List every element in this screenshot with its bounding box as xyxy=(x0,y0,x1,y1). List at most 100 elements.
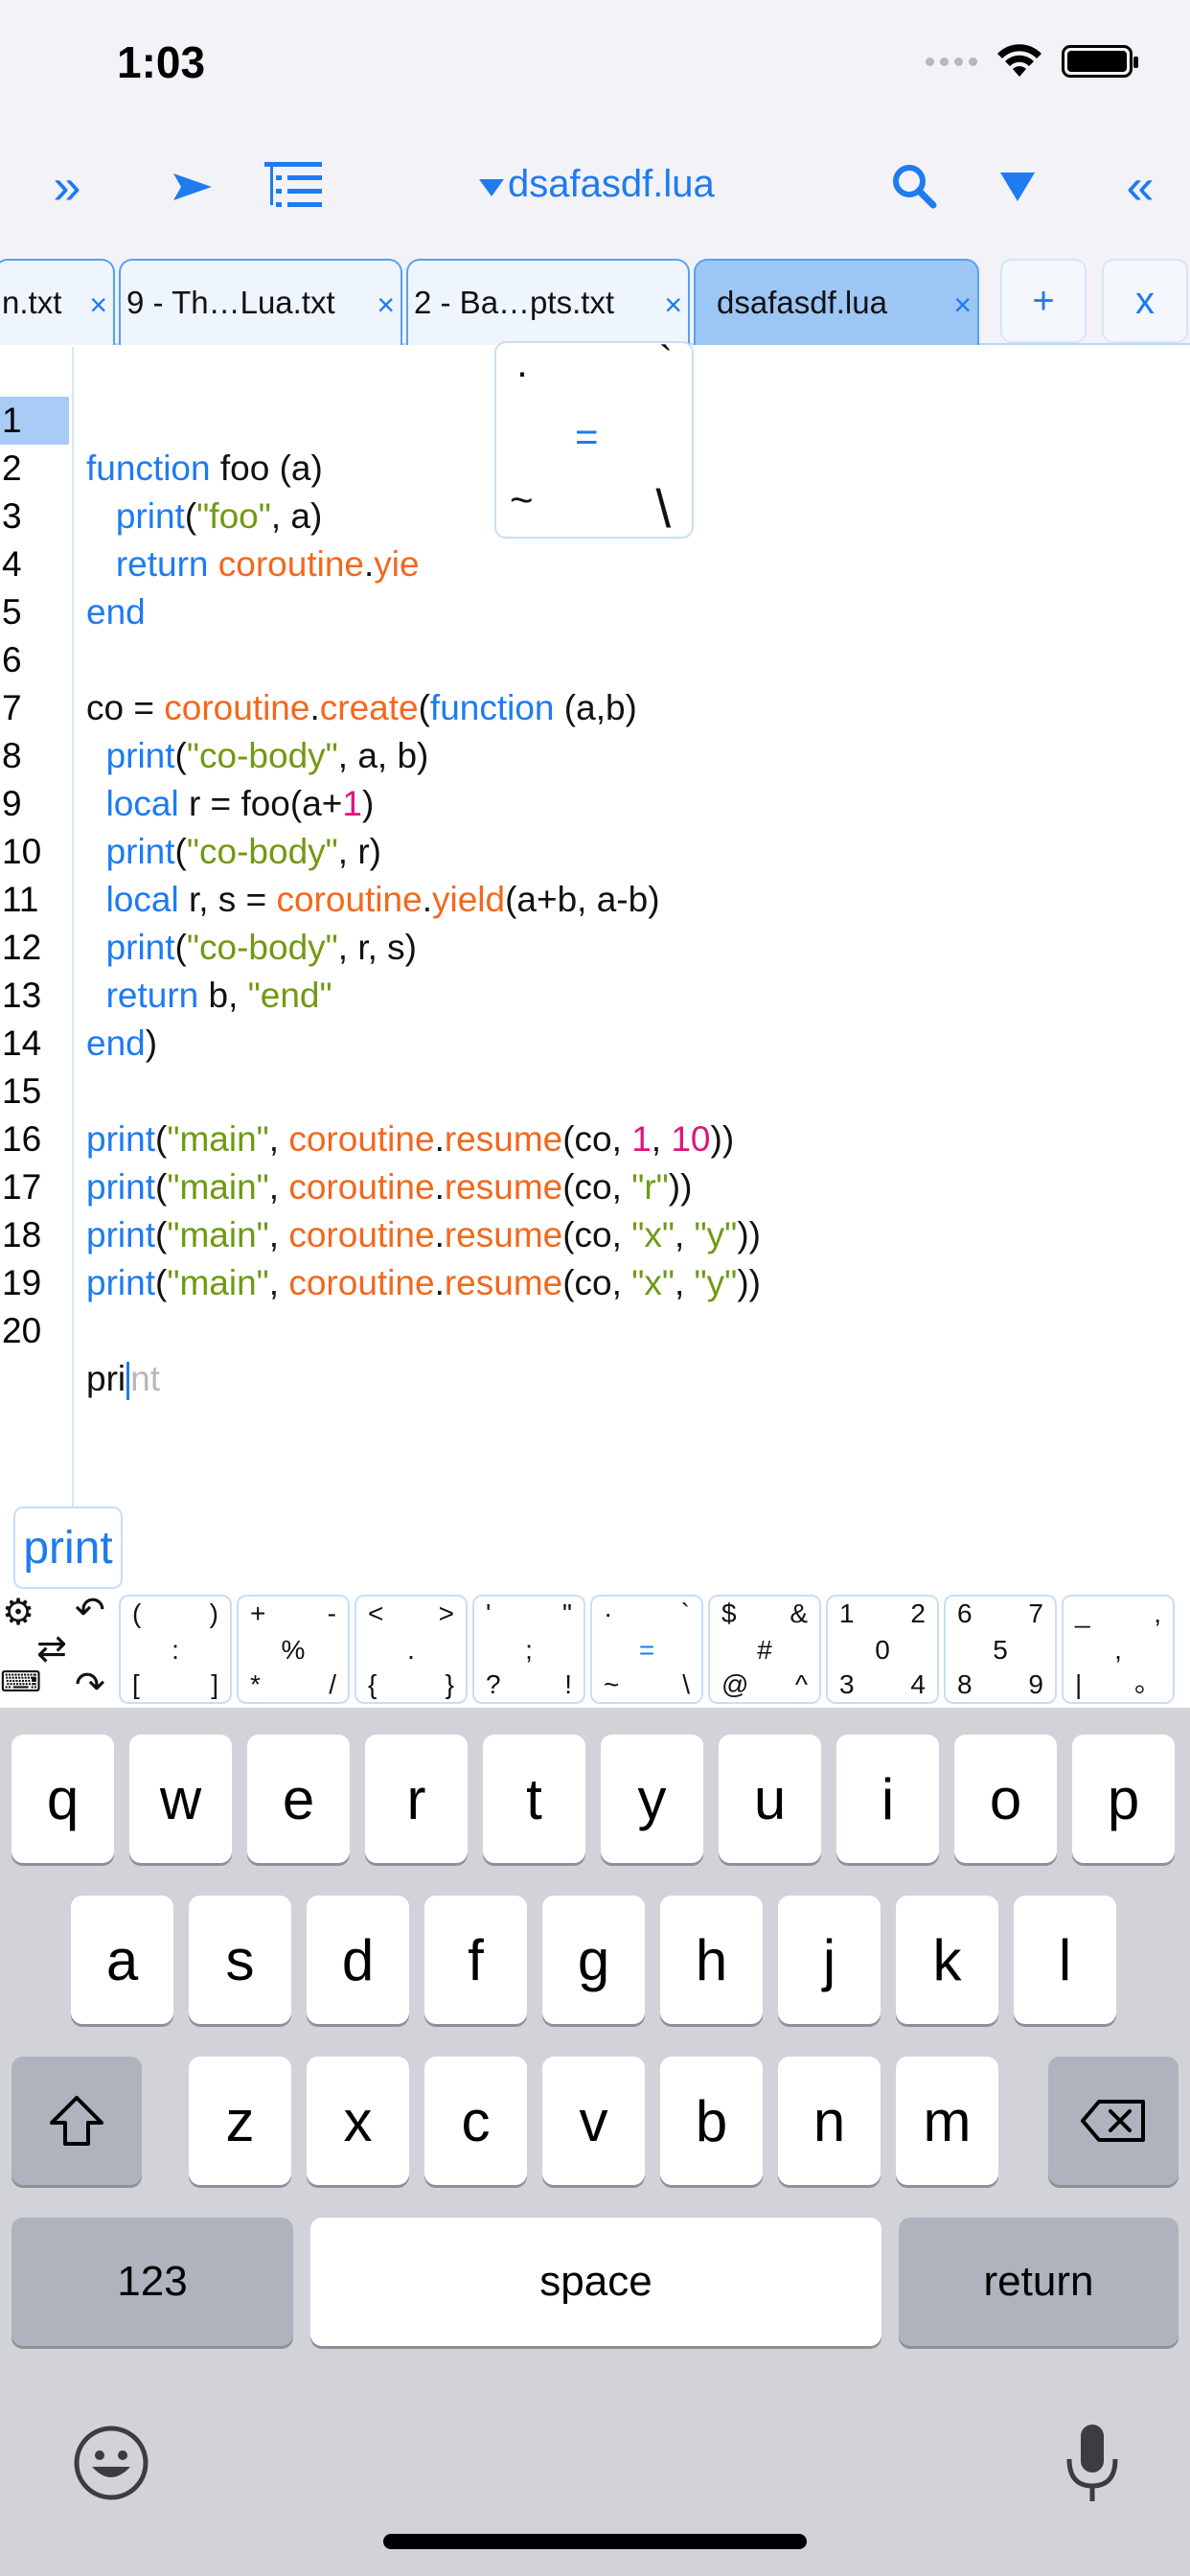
key-r[interactable]: r xyxy=(365,1735,468,1863)
key-u[interactable]: u xyxy=(719,1735,821,1863)
code-line: 14 xyxy=(0,972,1190,1063)
search-button[interactable] xyxy=(887,159,941,213)
tab-label: 9 - Th…Lua.txt xyxy=(126,285,335,320)
double-chevron-right-icon: » xyxy=(53,159,81,215)
shift-arrow-icon xyxy=(50,2096,103,2146)
key-f[interactable]: f xyxy=(424,1896,527,2024)
code-line: 18 print("main", coroutine.resume(co, "x… xyxy=(0,1163,1190,1302)
tab-close-icon[interactable]: × xyxy=(953,288,972,323)
extra-key-brackets[interactable]: () : [] xyxy=(119,1595,232,1704)
extra-key-equals[interactable]: · ` = ~ \ xyxy=(590,1595,703,1704)
extra-key-digits-0-4[interactable]: 12 0 34 xyxy=(826,1595,939,1704)
key-n[interactable]: n xyxy=(778,2057,881,2185)
key-c[interactable]: c xyxy=(424,2057,527,2185)
tab-bar: n.txt × 9 - Th…Lua.txt × 2 - Ba…pts.txt … xyxy=(0,249,1190,345)
file-title-dropdown[interactable]: dsafasdf.lua xyxy=(479,163,715,206)
search-icon xyxy=(893,165,937,209)
tab-active[interactable]: dsafasdf.lua × xyxy=(694,259,979,345)
swap-icon[interactable]: ⇄ xyxy=(36,1627,67,1670)
autocomplete-suggestion[interactable]: print xyxy=(13,1506,123,1589)
play-icon xyxy=(173,173,212,200)
run-button[interactable] xyxy=(169,163,217,211)
key-y[interactable]: y xyxy=(601,1735,703,1863)
editor-tools-cluster: ⚙ ↶ ⇄ ⌨ ↷ xyxy=(0,1591,117,1708)
extra-key-punctuation[interactable]: _, , |。 xyxy=(1062,1595,1175,1704)
return-key[interactable]: return xyxy=(899,2218,1179,2346)
extra-key-arithmetic[interactable]: + - % * / xyxy=(237,1595,350,1704)
key-v[interactable]: v xyxy=(542,2057,645,2185)
filter-button[interactable] xyxy=(996,163,1039,211)
typed-text: pri xyxy=(86,1359,126,1398)
inline-completion-ghost: nt xyxy=(130,1359,160,1398)
space-key[interactable]: space xyxy=(310,2218,881,2346)
extra-keys-row: ⚙ ↶ ⇄ ⌨ ↷ () : [] + - % * / < > . {} ' " ; ?… xyxy=(0,1591,1190,1708)
tab-label: 2 - Ba…pts.txt xyxy=(414,285,615,320)
status-bar: 1:03 xyxy=(0,0,1190,125)
home-indicator[interactable] xyxy=(383,2534,807,2549)
key-m[interactable]: m xyxy=(896,2057,998,2185)
text-cursor xyxy=(126,1362,130,1401)
key-q[interactable]: q xyxy=(11,1735,114,1863)
key-z[interactable]: z xyxy=(189,2057,291,2185)
tab-1[interactable]: n.txt × xyxy=(0,259,115,345)
extra-key-digits-5-9[interactable]: 67 5 89 xyxy=(944,1595,1057,1704)
key-o[interactable]: o xyxy=(954,1735,1057,1863)
dropdown-triangle-icon xyxy=(479,178,504,196)
key-s[interactable]: s xyxy=(189,1896,291,2024)
key-k[interactable]: k xyxy=(896,1896,998,2024)
outline-button[interactable] xyxy=(261,157,328,217)
code-line: 6 co = coroutine.create(function (a,b) xyxy=(0,588,1190,727)
code-line: 13 end) xyxy=(0,924,1190,1063)
key-e[interactable]: e xyxy=(247,1735,350,1863)
key-j[interactable]: j xyxy=(778,1896,881,2024)
show-files-panel-button[interactable]: » xyxy=(48,153,86,220)
undo-icon[interactable]: ↶ xyxy=(75,1589,105,1632)
tab-label: n.txt xyxy=(2,285,62,320)
tab-label: dsafasdf.lua xyxy=(717,285,887,320)
numbers-key[interactable]: 123 xyxy=(11,2218,293,2346)
key-b[interactable]: b xyxy=(660,2057,763,2185)
key-p[interactable]: p xyxy=(1072,1735,1175,1863)
key-h[interactable]: h xyxy=(660,1896,763,2024)
popup-symbol: ` xyxy=(659,337,673,382)
status-time: 1:03 xyxy=(117,37,206,87)
key-t[interactable]: t xyxy=(483,1735,585,1863)
tab-close-icon[interactable]: × xyxy=(89,288,107,323)
battery-icon xyxy=(1062,45,1138,78)
key-w[interactable]: w xyxy=(129,1735,232,1863)
shift-key[interactable] xyxy=(11,2057,142,2185)
backspace-key[interactable] xyxy=(1048,2057,1179,2185)
key-d[interactable]: d xyxy=(307,1896,409,2024)
new-tab-button[interactable]: + xyxy=(1000,259,1087,343)
code-line: 19 xyxy=(0,1211,1190,1302)
key-l[interactable]: l xyxy=(1014,1896,1116,2024)
tab-close-icon[interactable]: × xyxy=(377,288,395,323)
code-line: 16 print("main", coroutine.resume(co, "r… xyxy=(0,1068,1190,1207)
popup-symbol: \ xyxy=(655,478,671,539)
extra-key-comparison[interactable]: < > . {} xyxy=(355,1595,468,1704)
redo-icon[interactable]: ↷ xyxy=(75,1664,105,1707)
triangle-down-icon xyxy=(1000,172,1035,201)
show-right-panel-button[interactable]: « xyxy=(1121,153,1159,220)
key-g[interactable]: g xyxy=(542,1896,645,2024)
extra-key-quotes[interactable]: ' " ; ?! xyxy=(472,1595,585,1704)
keyboard-dismiss-icon[interactable]: ⌨ xyxy=(0,1666,41,1699)
software-keyboard: q w e r t y u i o p a s d f g h j k l z … xyxy=(0,1708,1190,2576)
extra-key-symbols[interactable]: $ & # @ ^ xyxy=(708,1595,821,1704)
close-tab-button[interactable]: x xyxy=(1102,259,1188,343)
symbol-key-popup: · ` = ~ \ xyxy=(494,337,694,539)
code-line: 11 print("co-body", r, s) xyxy=(0,828,1190,967)
tab-close-icon[interactable]: × xyxy=(664,288,682,323)
settings-gear-icon[interactable]: ⚙ xyxy=(2,1591,34,1634)
dictation-button[interactable] xyxy=(1062,2421,1123,2507)
key-x[interactable]: x xyxy=(307,2057,409,2185)
code-editor[interactable]: 1 function foo (a) 2 print("foo", a) 3 r… xyxy=(0,337,1190,1506)
key-a[interactable]: a xyxy=(71,1896,173,2024)
emoji-button[interactable] xyxy=(73,2425,149,2501)
code-line: 5 xyxy=(0,540,1190,632)
key-i[interactable]: i xyxy=(836,1735,939,1863)
tab-3[interactable]: 2 - Ba…pts.txt × xyxy=(406,259,690,345)
popup-symbol-selected: = xyxy=(575,414,599,459)
popup-symbol: · xyxy=(515,349,529,394)
tab-2[interactable]: 9 - Th…Lua.txt × xyxy=(119,259,402,345)
